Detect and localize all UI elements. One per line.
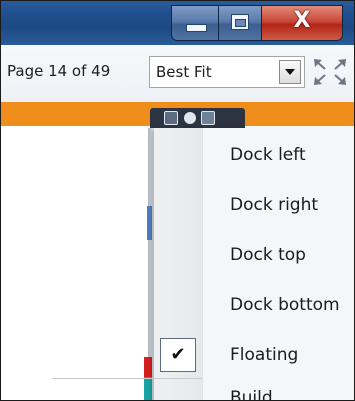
minimize-button[interactable] [171,5,219,41]
fullscreen-arrows-icon[interactable] [311,56,349,88]
toolbar: Page 14 of 49 Best Fit [1,45,354,102]
maximize-icon [231,14,249,30]
checkmark-icon: ✔ [170,344,186,365]
checked-indicator: ✔ [160,338,196,372]
menu-item-label: Dock right [230,195,319,215]
close-button[interactable]: X [261,5,343,41]
document-area [1,126,152,400]
menu-item-partial[interactable]: Build... [230,388,289,401]
page-indicator: Page 14 of 49 [7,62,111,80]
close-icon: X [293,8,311,33]
panel-accent-blue [147,206,152,240]
menu-item-label: Dock top [230,245,306,265]
menu-item-dock-bottom[interactable]: Dock bottom [154,280,355,332]
menu-item-label: Dock bottom [230,295,340,315]
menu-item-label: Dock left [230,145,306,165]
minimize-icon [186,24,207,32]
pin-icon[interactable] [164,111,178,125]
maximize-button[interactable] [218,5,262,41]
circle-icon[interactable] [184,112,196,124]
menu-item-dock-right[interactable]: Dock right [154,180,355,232]
chevron-down-icon[interactable] [279,60,301,84]
title-bar: X [1,1,354,45]
panel-accent-teal [144,377,152,401]
floating-panel-header[interactable] [150,108,245,130]
context-menu: Dock left Dock right Dock top Dock botto… [154,128,355,401]
panel-accent-red [144,357,152,377]
window-icon[interactable] [201,111,215,125]
zoom-select-value: Best Fit [156,63,212,81]
menu-item-dock-left[interactable]: Dock left [154,130,355,182]
menu-item-floating[interactable]: ✔ Floating [154,330,355,382]
menu-separator [52,378,202,379]
menu-item-label: Floating [230,345,299,365]
zoom-select[interactable]: Best Fit [149,56,305,88]
menu-item-dock-top[interactable]: Dock top [154,230,355,282]
